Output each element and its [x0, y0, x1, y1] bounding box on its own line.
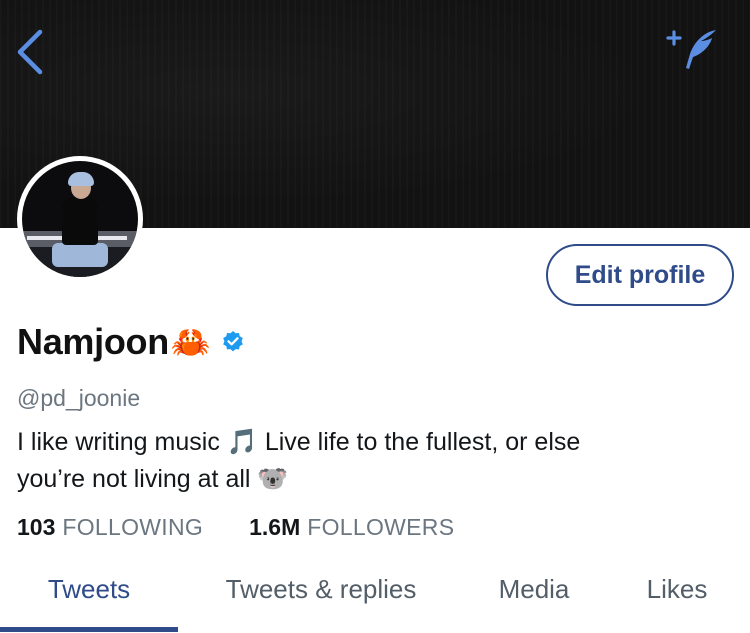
followers-stat[interactable]: 1.6M FOLLOWERS — [249, 512, 454, 542]
display-name-row: Namjoon 🦀 — [17, 320, 245, 364]
chevron-left-icon — [17, 29, 43, 75]
following-stat[interactable]: 103 FOLLOWING — [17, 512, 203, 542]
bio: I like writing music 🎵 Live life to the … — [17, 424, 742, 498]
profile-tabs: Tweets Tweets & replies Media Likes — [0, 565, 750, 633]
profile-stats: 103 FOLLOWING 1.6M FOLLOWERS — [17, 512, 500, 542]
following-count: 103 — [17, 514, 56, 540]
active-tab-indicator — [0, 627, 178, 632]
tab-media[interactable]: Media — [464, 565, 604, 633]
tab-tweets[interactable]: Tweets — [0, 565, 178, 633]
display-name: Namjoon — [17, 321, 169, 362]
back-button[interactable] — [10, 26, 54, 78]
compose-tweet-button[interactable] — [664, 24, 724, 76]
sparkle-feather-icon — [666, 30, 716, 69]
following-label: FOLLOWING — [62, 514, 204, 540]
user-handle: @pd_joonie — [17, 385, 141, 411]
avatar-photo — [22, 161, 138, 277]
edit-profile-button[interactable]: Edit profile — [546, 244, 734, 306]
bio-line-1: I like writing music 🎵 Live life to the … — [17, 428, 581, 456]
tab-likes[interactable]: Likes — [604, 565, 750, 633]
followers-count: 1.6M — [249, 514, 301, 540]
avatar[interactable] — [17, 156, 143, 282]
followers-label: FOLLOWERS — [307, 514, 455, 540]
verified-badge-icon — [221, 330, 245, 354]
bio-line-2: you’re not living at all 🐨 — [17, 465, 289, 493]
crab-emoji: 🦀 — [170, 324, 211, 360]
tab-tweets-and-replies[interactable]: Tweets & replies — [178, 565, 464, 633]
